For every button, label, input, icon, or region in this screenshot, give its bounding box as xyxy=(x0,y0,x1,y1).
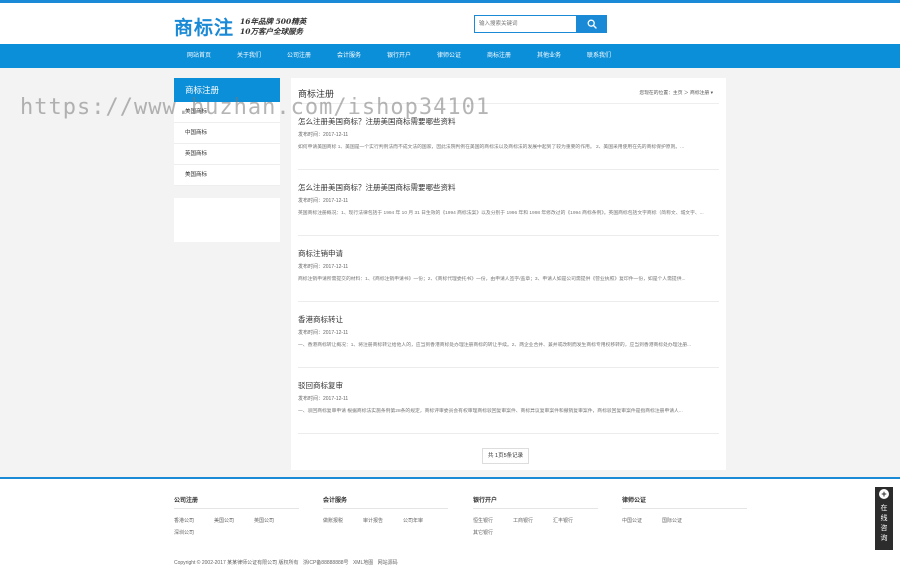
footer-link[interactable]: 国际公证 xyxy=(662,515,702,527)
footer-link[interactable]: 美国公司 xyxy=(214,515,254,527)
page-title: 商标注册 xyxy=(298,89,335,99)
sidebar-title: 商标注册 xyxy=(174,78,280,102)
search-icon xyxy=(587,19,597,29)
article-item: 怎么注册美国商标？注册美国商标需要哪些资料 发布时间：2017-12-11 如何… xyxy=(298,104,719,170)
icp-number[interactable]: 浙ICP备88888888号 xyxy=(303,560,349,566)
nav-item-contact[interactable]: 联系我们 xyxy=(574,44,624,68)
slogan-line-1: 16年品牌 500精英 xyxy=(240,16,307,26)
footer-link[interactable]: 香港公司 xyxy=(174,515,214,527)
footer-link[interactable]: 公司年审 xyxy=(403,515,443,527)
nav-item-notary[interactable]: 律师公证 xyxy=(424,44,474,68)
article-title[interactable]: 驳回商标复审 xyxy=(298,380,719,391)
breadcrumb: 您现在的位置：主页 ＞ 商标注册 ▾ xyxy=(639,89,713,96)
footer-column-bank: 银行开户 恒生银行 工商银行 汇丰银行 其它银行 xyxy=(473,495,603,539)
footer-link[interactable]: 工商银行 xyxy=(513,515,553,527)
footer-column-accounting: 会计服务 做账报税 审计报告 公司年审 xyxy=(323,495,453,527)
footer-column-title: 公司注册 xyxy=(174,495,299,509)
sidebar-blank-box xyxy=(174,198,280,242)
sidebar-item-us-trademark-2[interactable]: 美国商标 xyxy=(174,165,280,186)
footer-link-source[interactable]: 网站源码 xyxy=(378,560,398,566)
nav-item-about[interactable]: 关于我们 xyxy=(224,44,274,68)
breadcrumb-prefix: 您现在的位置： xyxy=(639,91,673,96)
article-summary: 商标注销申请所需提交的材料：1、《商标注销申请书》一份；2、《商标代理委托书》一… xyxy=(298,277,686,282)
sidebar-list: 美国商标 中国商标 英国商标 美国商标 xyxy=(174,102,280,186)
logo[interactable]: 商标注 16年品牌 500精英 10万客户全球服务 xyxy=(174,13,306,40)
article-summary: 英国商标注册概况：1、现行法律包括于 1994 年 10 月 31 日生效的《1… xyxy=(298,211,704,216)
main-content: 商标注册 您现在的位置：主页 ＞ 商标注册 ▾ 怎么注册美国商标？注册美国商标需… xyxy=(291,78,726,470)
footer-link[interactable]: 英国公司 xyxy=(254,515,294,527)
main-nav: 网站首页 关于我们 公司注册 会计服务 银行开户 律师公证 商标注册 其他业务 … xyxy=(0,44,900,68)
plus-icon: + xyxy=(879,489,889,499)
article-title[interactable]: 商标注销申请 xyxy=(298,248,719,259)
footer-link[interactable]: 审计报告 xyxy=(363,515,403,527)
article-date: 发布时间：2017-12-11 xyxy=(298,330,349,336)
article-item: 驳回商标复审 发布时间：2017-12-11 一、驳回商标复审申请 根据商标法实… xyxy=(298,368,719,434)
slogan: 16年品牌 500精英 10万客户全球服务 xyxy=(240,17,306,37)
pagination-info[interactable]: 共 1页5条记录 xyxy=(482,448,530,464)
footer-link[interactable]: 恒生银行 xyxy=(473,515,513,527)
sidebar: 商标注册 美国商标 中国商标 英国商标 美国商标 xyxy=(174,78,280,242)
breadcrumb-home[interactable]: 主页 xyxy=(673,91,683,96)
nav-item-bank-account[interactable]: 银行开户 xyxy=(374,44,424,68)
sidebar-item-us-trademark[interactable]: 美国商标 xyxy=(174,102,280,123)
search-bar xyxy=(474,15,607,33)
sidebar-item-china-trademark[interactable]: 中国商标 xyxy=(174,123,280,144)
breadcrumb-separator: ＞ xyxy=(683,91,689,96)
footer-column-company: 公司注册 香港公司 美国公司 英国公司 深圳公司 xyxy=(174,495,304,539)
copyright: Copyright © 2002-2017 某某律师公证有限公司 版权所有 浙I… xyxy=(174,559,401,566)
search-input[interactable] xyxy=(474,15,577,33)
footer-column-title: 会计服务 xyxy=(323,495,448,509)
footer-column-title: 银行开户 xyxy=(473,495,598,509)
online-consult-button[interactable]: + 在线咨询 xyxy=(875,487,893,550)
footer-column-notary: 律师公证 中国公证 国际公证 xyxy=(622,495,752,527)
article-date: 发布时间：2017-12-11 xyxy=(298,198,349,204)
article-title[interactable]: 怎么注册美国商标？注册美国商标需要哪些资料 xyxy=(298,116,719,127)
site-header: 商标注 16年品牌 500精英 10万客户全球服务 xyxy=(0,3,900,44)
copyright-text: Copyright © 2002-2017 某某律师公证有限公司 版权所有 xyxy=(174,560,299,566)
article-summary: 如何申请美国商标 1、美国是一个实行判例法而不成文法的国家，因此法院判例在美国的… xyxy=(298,145,685,150)
breadcrumb-chevron-icon: ▾ xyxy=(710,91,713,96)
sidebar-item-uk-trademark[interactable]: 英国商标 xyxy=(174,144,280,165)
article-date: 发布时间：2017-12-11 xyxy=(298,264,349,270)
article-title[interactable]: 怎么注册美国商标？注册美国商标需要哪些资料 xyxy=(298,182,719,193)
article-item: 商标注销申请 发布时间：2017-12-11 商标注销申请所需提交的材料：1、《… xyxy=(298,236,719,302)
nav-item-company-registration[interactable]: 公司注册 xyxy=(274,44,324,68)
article-date: 发布时间：2017-12-11 xyxy=(298,132,349,138)
footer-link[interactable]: 其它银行 xyxy=(473,527,513,539)
logo-text: 商标注 xyxy=(174,17,235,39)
article-item: 怎么注册美国商标？注册美国商标需要哪些资料 发布时间：2017-12-11 英国… xyxy=(298,170,719,236)
breadcrumb-current[interactable]: 商标注册 xyxy=(690,91,709,96)
main-header: 商标注册 您现在的位置：主页 ＞ 商标注册 ▾ xyxy=(298,78,719,104)
nav-item-home[interactable]: 网站首页 xyxy=(174,44,224,68)
article-item: 香港商标转让 发布时间：2017-12-11 一、香港商标转让概况：1、将注册商… xyxy=(298,302,719,368)
footer-link[interactable]: 深圳公司 xyxy=(174,527,214,539)
search-button[interactable] xyxy=(577,15,607,33)
footer-link[interactable]: 汇丰银行 xyxy=(553,515,593,527)
nav-item-other[interactable]: 其他业务 xyxy=(524,44,574,68)
nav-item-trademark[interactable]: 商标注册 xyxy=(474,44,524,68)
footer-column-title: 律师公证 xyxy=(622,495,747,509)
article-summary: 一、驳回商标复审申请 根据商标法实施条例第28条的规定，商标评审委员会有权审理商… xyxy=(298,409,683,414)
site-footer: 公司注册 香港公司 美国公司 英国公司 深圳公司 会计服务 做账报税 审计报告 … xyxy=(0,479,900,571)
slogan-line-2: 10万客户全球服务 xyxy=(240,26,303,36)
footer-link-sitemap[interactable]: XML地图 xyxy=(353,560,373,566)
footer-link[interactable]: 做账报税 xyxy=(323,515,363,527)
footer-link[interactable]: 中国公证 xyxy=(622,515,662,527)
article-title[interactable]: 香港商标转让 xyxy=(298,314,719,325)
consult-label: 在线咨询 xyxy=(880,505,888,542)
article-summary: 一、香港商标转让概况：1、将注册商标转让给他人的，应当到香港商标处办理注册商标的… xyxy=(298,343,692,348)
nav-item-accounting[interactable]: 会计服务 xyxy=(324,44,374,68)
article-date: 发布时间：2017-12-11 xyxy=(298,396,349,402)
